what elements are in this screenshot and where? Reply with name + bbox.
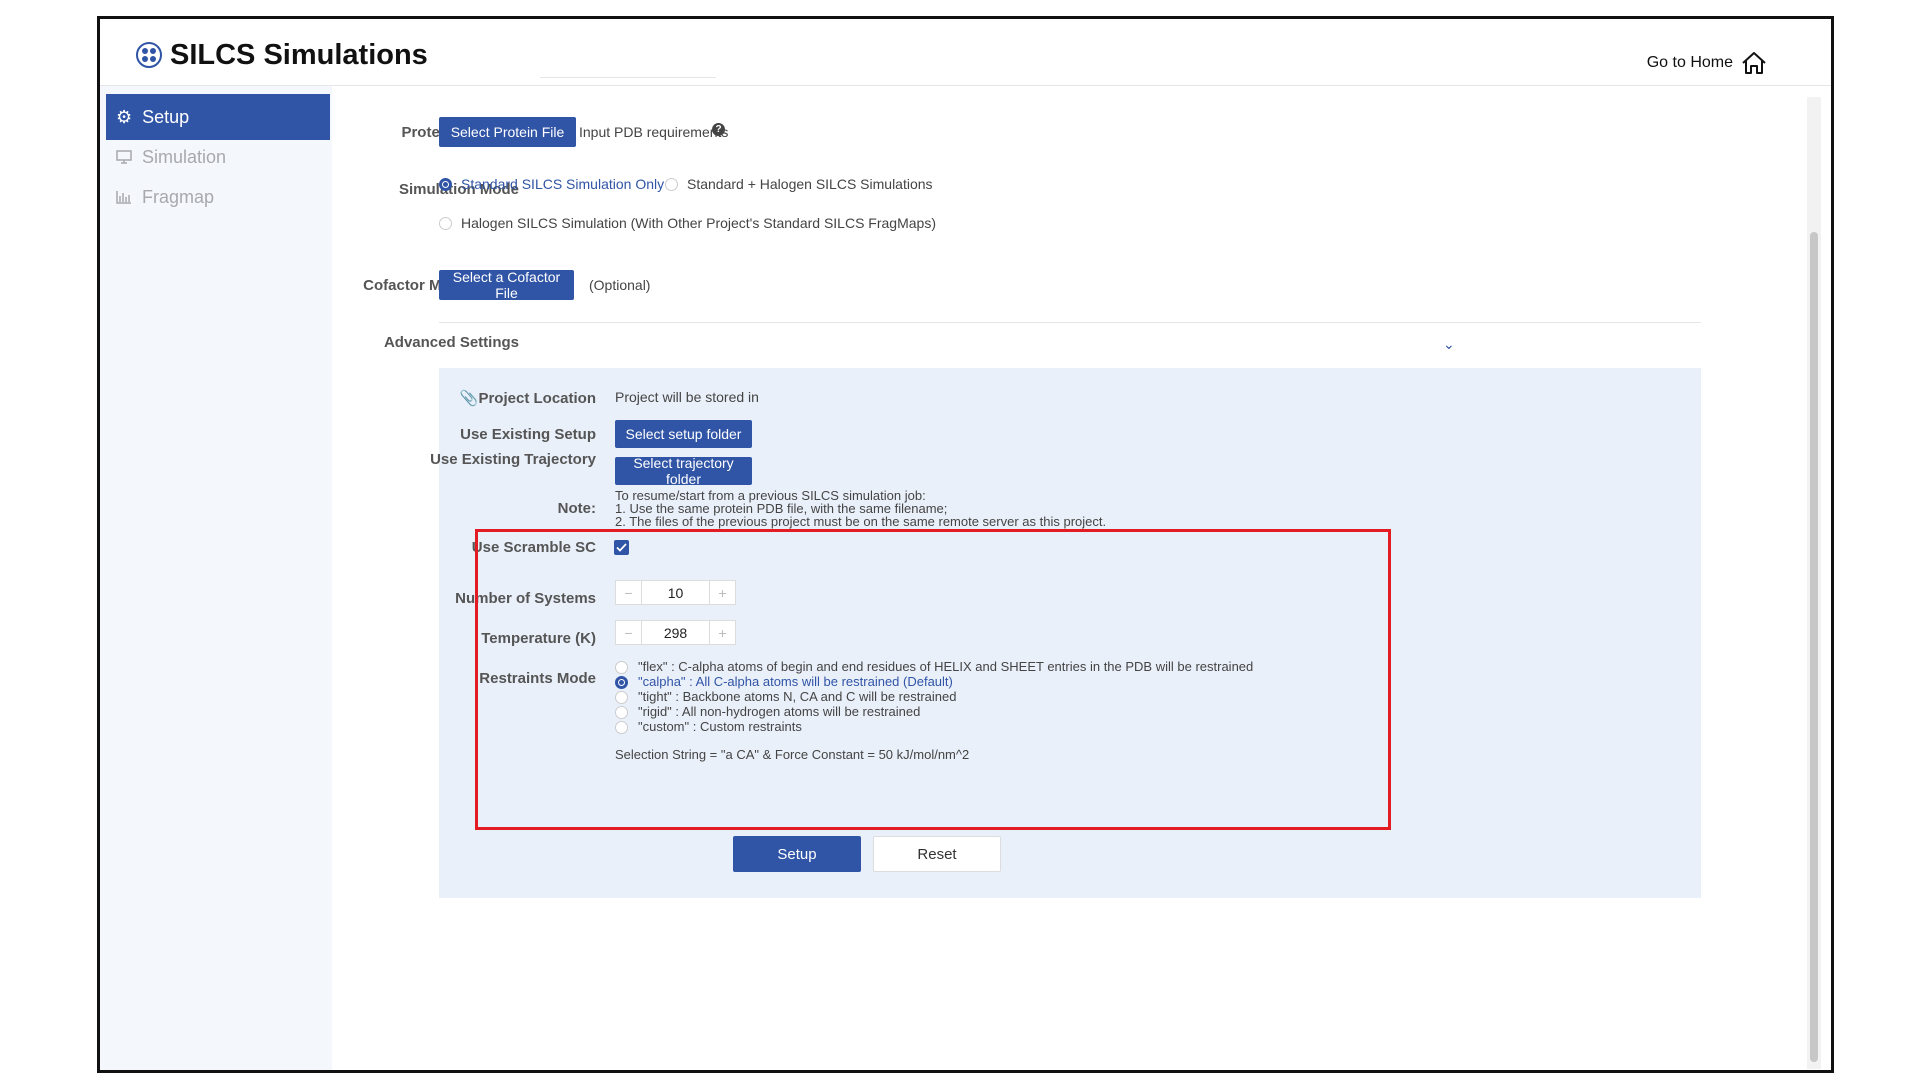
project-location-value: Project will be stored in <box>615 389 759 405</box>
go-home-link[interactable]: Go to Home <box>1647 51 1767 75</box>
scrollbar[interactable] <box>1807 97 1821 1069</box>
scrollbar-thumb[interactable] <box>1810 232 1818 1062</box>
paperclip-icon: 📎 <box>459 390 479 407</box>
monitor-icon <box>116 150 132 164</box>
go-home-label: Go to Home <box>1646 54 1733 71</box>
silcs-logo-icon <box>136 42 162 68</box>
cofactor-optional-text: (Optional) <box>589 277 651 293</box>
select-trajectory-folder-button[interactable]: Select trajectory folder <box>615 455 752 487</box>
select-setup-folder-button[interactable]: Select setup folder <box>615 420 752 448</box>
sidebar: ⚙ Setup Simulation Fragmap <box>100 86 332 1070</box>
project-location-label: 📎Project Location <box>400 389 596 407</box>
mode-radio-halogen[interactable] <box>439 217 452 230</box>
note-line: 2. The files of the previous project mus… <box>615 514 1107 529</box>
highlight-box <box>475 529 1391 830</box>
advanced-settings-label: Advanced Settings <box>383 334 519 351</box>
top-divider <box>540 77 716 78</box>
help-icon[interactable]: ? <box>712 123 725 136</box>
bar-chart-icon <box>116 191 131 204</box>
app-title: SILCS Simulations <box>170 39 428 71</box>
mode-radio-standard[interactable] <box>439 178 452 191</box>
select-cofactor-file-button[interactable]: Select a Cofactor File <box>439 269 574 301</box>
sidebar-item-label: Setup <box>142 106 190 127</box>
sidebar-item-label: Fragmap <box>142 186 215 207</box>
select-protein-file-button[interactable]: Select Protein File <box>439 117 576 147</box>
note-label: Note: <box>557 500 596 517</box>
home-icon <box>1742 52 1766 74</box>
chevron-down-icon[interactable]: ⌄ <box>1443 336 1455 353</box>
app-header: SILCS Simulations Go to Home <box>100 19 1831 86</box>
pdb-requirements-text: Input PDB requirements <box>579 124 729 140</box>
project-location-text: Project Location <box>478 390 596 407</box>
existing-trajectory-label: Use Existing Trajectory <box>430 451 596 468</box>
sidebar-item-fragmap[interactable]: Fragmap <box>106 174 330 220</box>
existing-setup-label: Use Existing Setup <box>460 426 596 443</box>
app-window: SILCS Simulations Go to Home ⚙ Setup Sim… <box>97 16 1834 1073</box>
sidebar-item-label: Simulation <box>142 146 227 167</box>
mode-option-halogen[interactable]: Halogen SILCS Simulation (With Other Pro… <box>461 215 936 231</box>
cofactor-divider <box>439 322 1701 323</box>
gear-icon: ⚙ <box>116 106 133 127</box>
mode-option-standard-halogen[interactable]: Standard + Halogen SILCS Simulations <box>687 176 933 192</box>
setup-button[interactable]: Setup <box>733 836 861 872</box>
mode-radio-standard-halogen[interactable] <box>665 178 678 191</box>
mode-option-standard[interactable]: Standard SILCS Simulation Only <box>461 176 664 192</box>
reset-button[interactable]: Reset <box>873 836 1001 872</box>
